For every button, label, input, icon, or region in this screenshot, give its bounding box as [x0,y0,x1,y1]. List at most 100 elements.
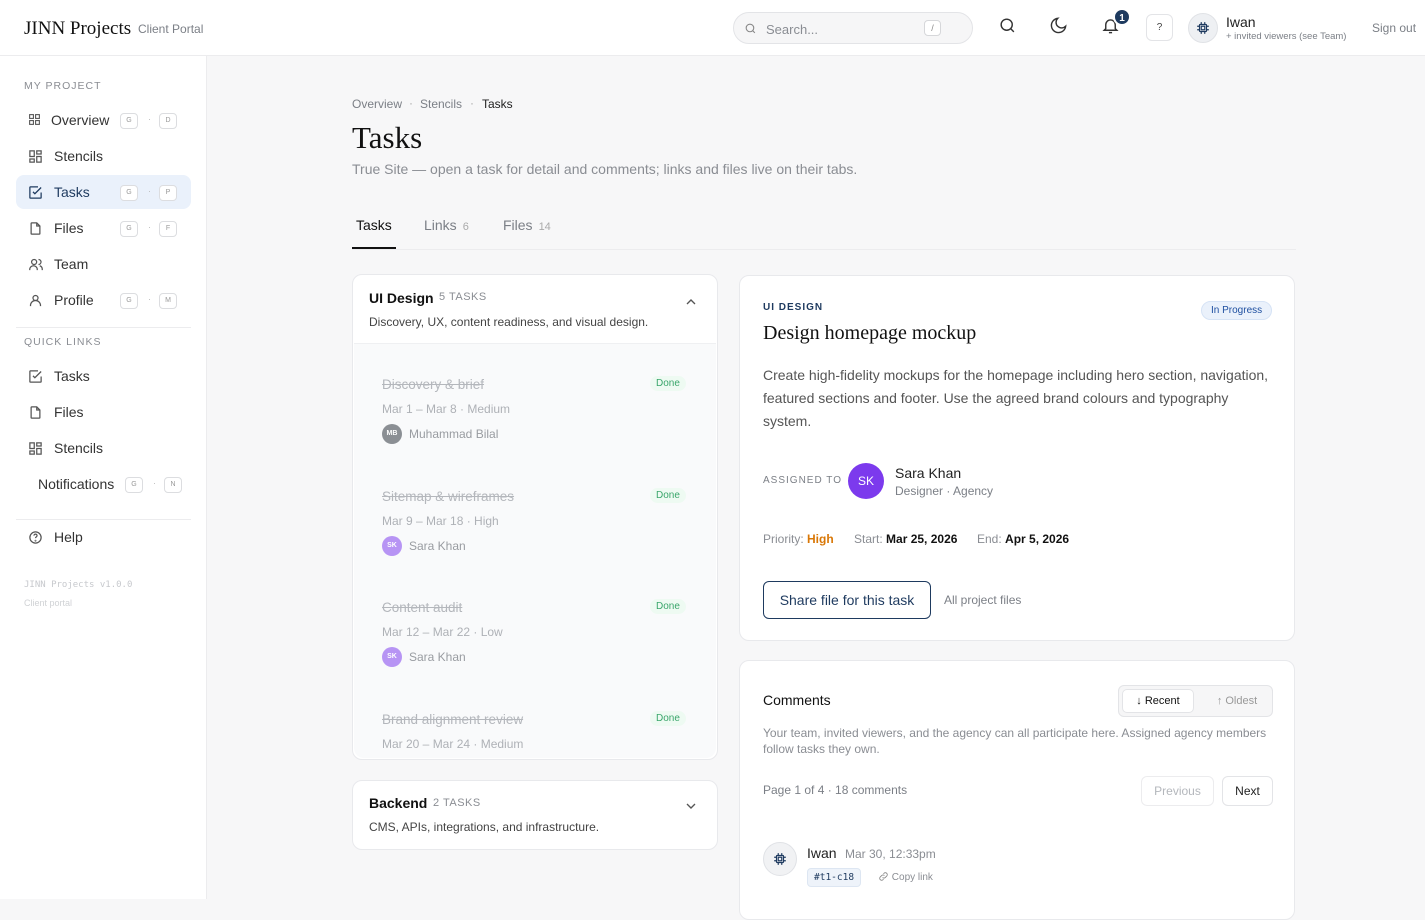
sort-oldest-button[interactable]: ↑ Oldest [1204,689,1270,713]
task-title: Sitemap & wireframes [382,489,515,504]
shortcut-key: N [164,477,182,493]
shortcut-separator: · [148,294,151,304]
shortcut-separator: · [148,186,151,196]
share-file-button[interactable]: Share file for this task [763,581,931,619]
previous-page-button[interactable]: Previous [1141,776,1214,806]
shortcut-key: P [159,185,177,201]
quick-link-files[interactable]: Files [16,395,191,429]
sidebar-item-profile[interactable]: Profile G · M [16,283,191,317]
search-icon[interactable] [998,16,1017,35]
tab-tasks[interactable]: Tasks [356,217,392,233]
task-title: Discovery & brief [382,377,485,392]
task-meta: Mar 12 – Mar 22 · Low [382,625,503,639]
app-version: JINN Projects v1.0.0 [24,580,133,590]
sidebar-item-label: Team [54,256,89,272]
priority-field: Priority: High [763,532,834,546]
quick-link-tasks[interactable]: Tasks [16,359,191,393]
sort-recent-button[interactable]: ↓ Recent [1122,689,1194,713]
avatar[interactable] [1188,13,1218,43]
comment-id[interactable]: #t1-c18 [807,868,862,887]
all-project-files-link[interactable]: All project files [944,593,1021,607]
comments-title: Comments [763,692,831,708]
task-title: Design homepage mockup [763,322,977,344]
task-assignee: Sara Khan [409,539,466,553]
link-icon [879,872,888,881]
task-group-ui-design: UI Design 5 TASKS Discovery, UX, content… [352,274,718,760]
chevron-up-icon[interactable] [683,294,699,310]
sidebar-item-team[interactable]: Team [16,247,191,281]
search-icon [745,23,756,34]
quick-link-notifications[interactable]: Notifications G · N [16,467,191,501]
priority-value: High [807,532,834,546]
shortcut-key: D [159,113,177,129]
quick-link-label: Files [54,404,84,420]
shortcut-separator: · [148,222,151,232]
breadcrumb-item[interactable]: Stencils [420,97,462,111]
assigned-label: ASSIGNED TO [763,475,842,486]
help-button[interactable]: ? [1146,14,1173,41]
status-badge: Done [650,599,686,614]
sidebar-item-tasks[interactable]: Tasks G · P [16,175,191,209]
task-assignee: Sara Khan [409,650,466,664]
app-subtitle: Client Portal [138,22,204,36]
tabs-divider [352,249,1296,250]
chip-icon [1197,22,1209,34]
tab-count: 6 [462,221,469,233]
app-title[interactable]: JINN Projects [24,18,131,40]
assignee-name: Sara Khan [895,465,962,481]
user-icon [29,294,42,307]
task-title: Content audit [382,600,463,615]
active-tab-indicator [352,247,396,249]
quick-link-stencils[interactable]: Stencils [16,431,191,465]
page-description: True Site — open a task for detail and c… [352,161,858,177]
grid-icon [29,150,42,163]
avatar: SK [382,647,402,667]
end-value: Apr 5, 2026 [1005,532,1070,546]
chevron-down-icon[interactable] [683,798,699,814]
task-item[interactable]: Brand alignment review Done Mar 20 – Mar… [354,679,716,758]
user-name[interactable]: Iwan [1226,14,1256,30]
tab-links[interactable]: Links 6 [424,217,469,233]
task-item[interactable]: Content audit Done Mar 12 – Mar 22 · Low… [354,567,716,677]
moon-icon[interactable] [1049,16,1068,35]
comments-panel: Comments ↓ Recent ↑ Oldest Your team, in… [739,660,1295,920]
shortcut-key: M [159,293,177,309]
task-item[interactable]: Sitemap & wireframes Done Mar 9 – Mar 18… [354,456,716,566]
page-title: Tasks [352,120,423,155]
group-count: 5 TASKS [439,291,487,303]
section-label-project: MY PROJECT [24,80,102,92]
tab-count: 14 [538,221,551,233]
start-value: Mar 25, 2026 [886,532,958,546]
group-count: 2 TASKS [433,797,481,809]
copy-link-button[interactable]: Copy link [878,871,933,883]
task-description: Create high-fidelity mockups for the hom… [763,367,1269,429]
help-circle-icon [29,531,42,544]
start-field: Start: Mar 25, 2026 [854,532,957,546]
file-icon [30,222,41,235]
search-box[interactable]: / [733,12,973,44]
sidebar-item-files[interactable]: Files G · F [16,211,191,245]
sidebar-item-overview[interactable]: Overview G · D [16,103,191,137]
shortcut-key: F [159,221,177,237]
sign-out-link[interactable]: Sign out [1372,21,1416,35]
tab-label: Files [503,217,533,233]
task-meta: Mar 1 – Mar 8 · Medium [382,402,511,416]
shortcut-key: G [125,477,143,493]
sidebar-item-help[interactable]: Help [16,520,191,554]
arrow-down-icon: ↓ [1136,695,1142,707]
group-title: Backend [369,795,428,811]
next-page-button[interactable]: Next [1222,776,1273,806]
sort-toggle: ↓ Recent ↑ Oldest [1118,685,1273,717]
breadcrumb-item[interactable]: Overview [352,97,402,111]
comments-description: Your team, invited viewers, and the agen… [763,726,1267,756]
task-item[interactable]: Discovery & brief Done Mar 1 – Mar 8 · M… [354,344,716,454]
status-badge: Done [650,376,686,391]
tab-files[interactable]: Files 14 [503,217,551,233]
search-input[interactable] [766,19,936,39]
arrow-up-icon: ↑ [1216,695,1223,707]
sidebar-item-stencils[interactable]: Stencils [16,139,191,173]
avatar [763,842,797,876]
assignee-role: Designer · Agency [895,484,994,498]
task-title: Brand alignment review [382,712,524,727]
task-group-backend[interactable]: Backend 2 TASKS CMS, APIs, integrations,… [352,780,718,850]
